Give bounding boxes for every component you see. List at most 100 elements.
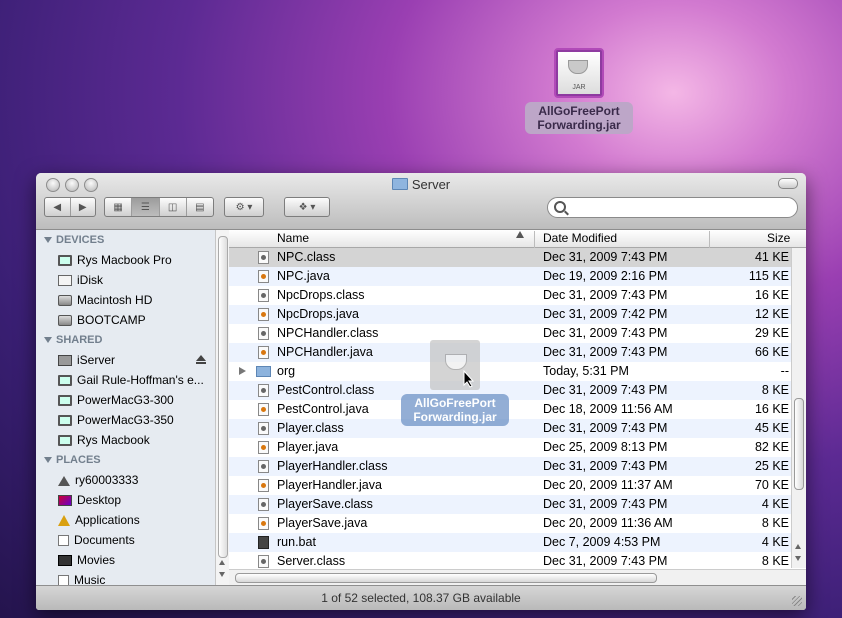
file-date: Dec 25, 2009 8:13 PM [543,440,668,454]
dropbox-menu-button[interactable]: ❖ ▾ [284,197,330,217]
back-button[interactable]: ◀ [45,198,71,216]
file-row[interactable]: PlayerSave.java Dec 20, 2009 11:36 AM 8 KE [229,514,806,533]
sidebar-item-music[interactable]: Music [36,570,216,586]
titlebar[interactable]: Server ◀ ▶ ▦ ☰ ◫ ▤ ⚙ ▾ ❖ ▾ [36,173,806,230]
column-header-date[interactable]: Date Modified [543,231,617,245]
sidebar-item-iserver[interactable]: iServer [36,350,216,370]
file-row[interactable]: NpcDrops.class Dec 31, 2009 7:43 PM 16 KE [229,286,806,305]
file-date: Dec 7, 2009 4:53 PM [543,535,661,549]
sidebar-item-home[interactable]: ry60003333 [36,470,216,490]
sidebar-item-rys-macbook-pro[interactable]: Rys Macbook Pro [36,250,216,270]
file-row[interactable]: PestControl.java Dec 18, 2009 11:56 AM 16 … [229,400,806,419]
file-row[interactable]: Player.class Dec 31, 2009 7:43 PM 45 KE [229,419,806,438]
file-size: 16 KE [754,402,789,416]
sidebar-item-desktop[interactable]: Desktop [36,490,216,510]
eject-icon[interactable] [196,355,206,364]
coverflow-view-button[interactable]: ▤ [187,198,213,216]
sidebar-item-rys-macbook[interactable]: Rys Macbook [36,430,216,450]
file-name: PlayerSave.class [277,497,373,511]
action-menu-button[interactable]: ⚙ ▾ [224,197,264,217]
list-hscroll-thumb[interactable] [235,573,657,583]
file-size: 8 KE [761,383,789,397]
list-view-button[interactable]: ☰ [132,198,160,216]
list-horizontal-scrollbar[interactable] [229,569,806,586]
file-name: NPCHandler.java [277,345,373,359]
laptop-icon [58,255,72,266]
sidebar-item-powermacg3-300[interactable]: PowerMacG3-300 [36,390,216,410]
forward-button[interactable]: ▶ [71,198,96,216]
java-file-icon [258,403,269,416]
class-file-icon [258,422,269,435]
sidebar-item-gail-rule-hoffman[interactable]: Gail Rule-Hoffman's e... [36,370,216,390]
list-scroll-thumb[interactable] [794,398,804,490]
sidebar-item-applications[interactable]: Applications [36,510,216,530]
sidebar-item-macintosh-hd[interactable]: Macintosh HD [36,290,216,310]
sidebar-scrollbar[interactable] [215,230,229,586]
file-row[interactable]: Player.java Dec 25, 2009 8:13 PM 82 KE [229,438,806,457]
desktop-jar-file[interactable]: JAR AllGoFreePort Forwarding.jar [524,48,634,134]
column-header-size[interactable]: Size [767,231,790,245]
sidebar-item-bootcamp[interactable]: BOOTCAMP [36,310,216,330]
scroll-up-arrow-icon[interactable] [795,544,801,549]
file-size: 45 KE [754,421,789,435]
sidebar-scroll-thumb[interactable] [218,236,228,558]
file-row[interactable]: NpcDrops.java Dec 31, 2009 7:42 PM 12 KE [229,305,806,324]
file-row[interactable]: PlayerSave.class Dec 31, 2009 7:43 PM 4 KE [229,495,806,514]
gear-icon: ⚙ ▾ [235,201,253,213]
disclosure-triangle-icon [44,237,52,243]
hard-drive-icon [58,315,72,326]
disclosure-triangle-icon[interactable] [239,367,246,375]
file-row[interactable]: PlayerHandler.java Dec 20, 2009 11:37 AM 7… [229,476,806,495]
toolbar-toggle-button[interactable] [778,178,798,189]
file-date: Dec 31, 2009 7:43 PM [543,345,668,359]
sidebar-item-powermacg3-350[interactable]: PowerMacG3-350 [36,410,216,430]
file-row[interactable]: PlayerHandler.class Dec 31, 2009 7:43 PM 2… [229,457,806,476]
search-icon [554,201,566,213]
icon-view-button[interactable]: ▦ [105,198,133,216]
scroll-down-arrow-icon[interactable] [219,572,225,577]
file-size: 41 KE [754,250,789,264]
sidebar: DEVICES Rys Macbook Pro iDisk Macintosh … [36,230,216,586]
file-size: 25 KE [754,459,789,473]
scroll-down-arrow-icon[interactable] [795,556,801,561]
file-row[interactable]: org Today, 5:31 PM -- [229,362,806,381]
scroll-up-arrow-icon[interactable] [219,560,225,565]
class-file-icon [258,327,269,340]
column-header-name[interactable]: Name [277,231,309,245]
column-view-button[interactable]: ◫ [160,198,187,216]
file-date: Dec 31, 2009 7:43 PM [543,288,668,302]
file-name: Player.class [277,421,344,435]
file-size: 82 KE [754,440,789,454]
java-file-icon [258,441,269,454]
list-vertical-scrollbar[interactable] [791,248,806,568]
file-row[interactable]: NPCHandler.class Dec 31, 2009 7:43 PM 29 K… [229,324,806,343]
sidebar-header-places[interactable]: PLACES [36,450,216,470]
sidebar-item-documents[interactable]: Documents [36,530,216,550]
sidebar-item-idisk[interactable]: iDisk [36,270,216,290]
class-file-icon [258,460,269,473]
back-forward-control: ◀ ▶ [44,197,96,217]
search-field[interactable] [547,197,798,218]
disclosure-triangle-icon [44,457,52,463]
computer-icon [58,395,72,406]
file-list: Name Date Modified Size NPC.class Dec 31,… [229,230,806,586]
file-row[interactable]: NPCHandler.java Dec 31, 2009 7:43 PM 66 KE [229,343,806,362]
file-row[interactable]: NPC.class Dec 31, 2009 7:43 PM 41 KE [229,248,806,267]
file-row[interactable]: run.bat Dec 7, 2009 4:53 PM 4 KE [229,533,806,552]
file-row[interactable]: PestControl.class Dec 31, 2009 7:43 PM 8 K… [229,381,806,400]
hard-drive-icon [58,295,72,306]
file-size: 29 KE [754,326,789,340]
idisk-icon [58,275,72,286]
class-file-icon [258,555,269,568]
dropbox-icon: ❖ ▾ [298,201,316,213]
search-input[interactable] [570,200,794,216]
sidebar-item-movies[interactable]: Movies [36,550,216,570]
file-row[interactable]: NPC.java Dec 19, 2009 2:16 PM 115 KE [229,267,806,286]
sidebar-header-shared[interactable]: SHARED [36,330,216,350]
file-date: Dec 18, 2009 11:56 AM [543,402,673,416]
file-date: Dec 31, 2009 7:43 PM [543,421,668,435]
file-size: 115 KE [748,269,789,283]
folder-icon [256,366,271,377]
resize-grip-icon[interactable] [792,596,802,606]
sidebar-header-devices[interactable]: DEVICES [36,230,216,250]
